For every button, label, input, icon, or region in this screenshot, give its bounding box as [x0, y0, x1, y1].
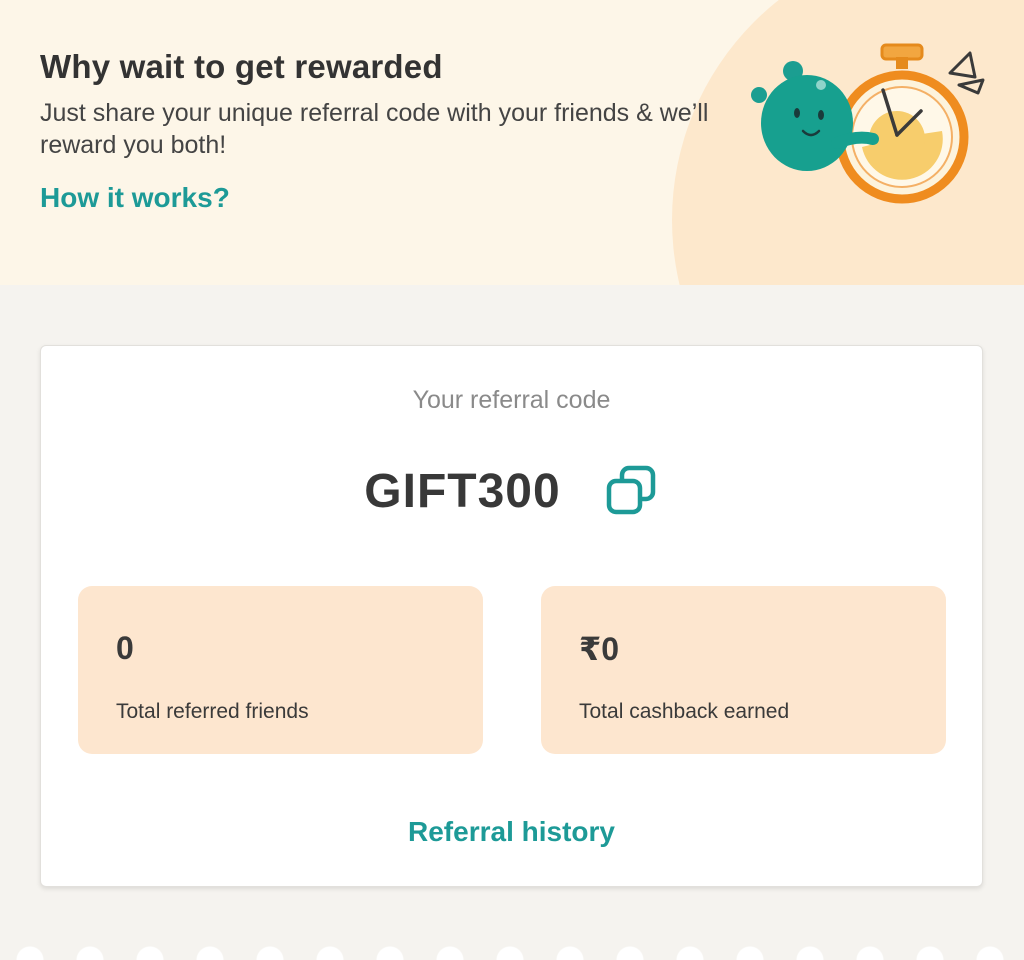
total-cashback-tile: ₹0 Total cashback earned [541, 586, 946, 754]
referral-code-value: GIFT300 [364, 464, 561, 518]
copy-icon[interactable] [603, 463, 659, 519]
cashback-amount: ₹0 [579, 631, 620, 667]
total-referred-friends-tile: 0 Total referred friends [78, 586, 483, 754]
cashback-label: Total cashback earned [579, 700, 790, 723]
referred-friends-label: Total referred friends [116, 700, 309, 723]
scalloped-edge-divider [0, 944, 1024, 960]
referred-friends-count: 0 [116, 630, 134, 666]
hero-title: Why wait to get rewarded [40, 48, 443, 85]
how-it-works-link[interactable]: How it works? [40, 182, 230, 214]
referral-hero-banner: Why wait to get rewarded Just share your… [0, 0, 1024, 285]
referral-card: Your referral code GIFT300 0 Total refer… [40, 345, 983, 887]
referral-history-link[interactable]: Referral history [41, 816, 982, 848]
referral-code-label: Your referral code [412, 386, 611, 414]
referral-code-row: GIFT300 [41, 456, 982, 526]
hero-subtitle: Just share your unique referral code wit… [40, 99, 709, 159]
mascot-stopwatch-icon [751, 43, 985, 204]
